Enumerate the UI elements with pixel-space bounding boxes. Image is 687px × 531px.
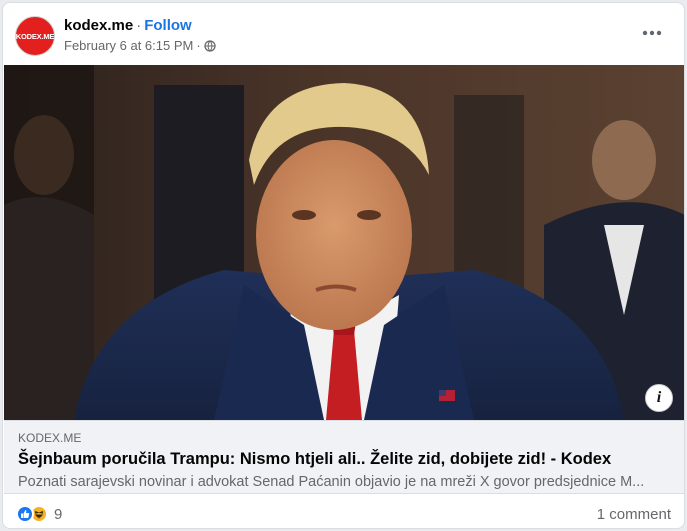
reactions-summary[interactable]: 9: [16, 505, 62, 523]
link-preview[interactable]: KODEX.ME Šejnbaum poručila Trampu: Nismo…: [4, 420, 684, 494]
author-line: kodex.me · Follow: [64, 16, 192, 36]
author-name[interactable]: kodex.me: [64, 17, 133, 34]
follow-button[interactable]: Follow: [144, 17, 192, 34]
separator-dot: ·: [136, 17, 142, 34]
avatar[interactable]: KODEX.ME: [15, 16, 55, 56]
reaction-count: 9: [54, 505, 63, 523]
photo-illustration: [4, 65, 684, 420]
post-photo[interactable]: i: [4, 65, 684, 420]
avatar-text: KODEX.ME: [15, 31, 55, 41]
facebook-post: KODEX.ME kodex.me · Follow February 6 at 6…: [2, 2, 685, 529]
post-meta: February 6 at 6:15 PM ·: [64, 38, 216, 54]
post-header: KODEX.ME kodex.me · Follow February 6 at 6…: [3, 3, 684, 65]
globe-icon: [204, 40, 216, 52]
post-timestamp[interactable]: February 6 at 6:15 PM: [64, 38, 193, 54]
more-options-icon: [642, 30, 662, 36]
link-title: Šejnbaum poručila Trampu: Nismo htjeli a…: [18, 450, 612, 468]
separator-dot: ·: [196, 38, 201, 53]
link-description: Poznati sarajevski novinar i advokat Sen…: [18, 474, 645, 490]
more-options-button[interactable]: [634, 21, 670, 45]
comments-count-link[interactable]: 1 comment: [597, 506, 671, 523]
info-icon: i: [656, 389, 662, 406]
info-button[interactable]: i: [645, 384, 673, 412]
link-domain: KODEX.ME: [18, 431, 82, 445]
like-icon: [16, 505, 34, 523]
post-footer: 9 1 comment: [3, 497, 684, 528]
